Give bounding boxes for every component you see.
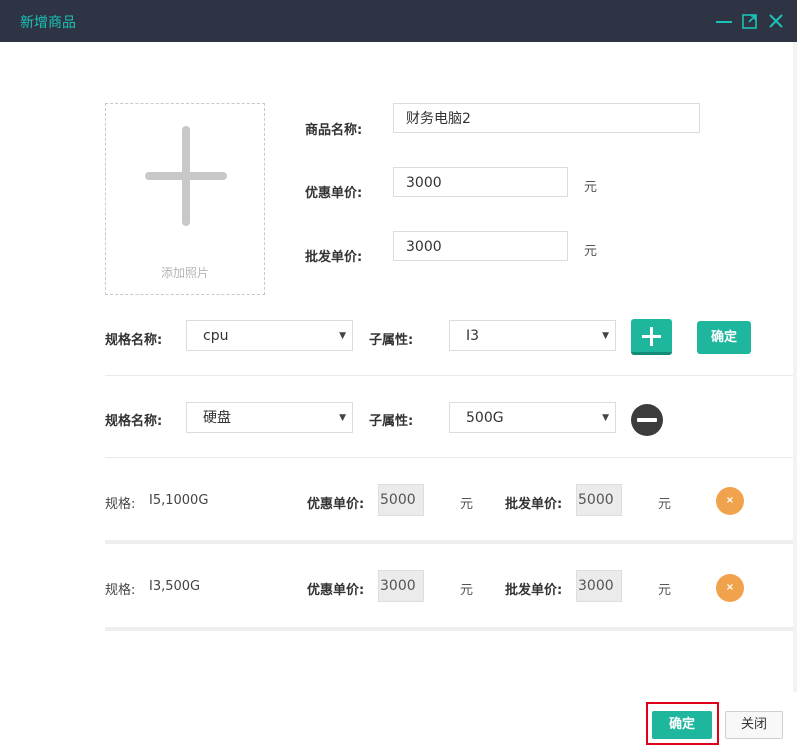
variant-spec-value: I3,500G <box>149 579 201 594</box>
spec-name-select[interactable]: cpu ▼ <box>186 320 353 351</box>
close-button[interactable]: 关闭 <box>725 711 783 739</box>
plus-icon <box>145 126 227 226</box>
variant-discount-input: 3000 <box>378 570 424 602</box>
variant-spec-value: I5,1000G <box>149 493 209 508</box>
maximize-icon[interactable] <box>740 10 760 32</box>
add-photo-label: 添加照片 <box>160 266 209 280</box>
wholesale-price-input[interactable]: 3000 <box>393 231 568 261</box>
discount-price-label: 优惠单价: <box>305 186 363 201</box>
variant-wholesale-input: 5000 <box>576 484 622 516</box>
wholesale-price-label: 批发单价: <box>305 250 363 265</box>
wholesale-price-unit: 元 <box>584 244 598 259</box>
product-name-input[interactable]: 财务电脑2 <box>393 103 700 133</box>
variant-discount-label: 优惠单价: <box>307 497 365 512</box>
sub-attribute-value: I3 <box>466 328 480 344</box>
sub-attribute-label: 子属性: <box>369 333 414 348</box>
variant-discount-label: 优惠单价: <box>307 583 365 598</box>
dropdown-arrow-icon: ▼ <box>602 413 609 423</box>
sub-attribute-select[interactable]: I3 ▼ <box>449 320 616 351</box>
variant-wholesale-unit: 元 <box>658 497 672 512</box>
dropdown-arrow-icon: ▼ <box>602 331 609 341</box>
variant-discount-unit: 元 <box>460 583 474 598</box>
divider <box>105 457 793 458</box>
variant-spec-label: 规格: <box>105 583 136 598</box>
spec-name-label: 规格名称: <box>105 414 163 429</box>
product-name-label: 商品名称: <box>305 123 363 138</box>
add-photo-button[interactable]: 添加照片 <box>105 103 265 295</box>
add-spec-button[interactable] <box>631 319 672 355</box>
divider <box>105 627 793 631</box>
sub-attribute-select[interactable]: 500G ▼ <box>449 402 616 433</box>
scrollbar[interactable] <box>793 42 797 692</box>
spec-name-value: cpu <box>203 328 229 344</box>
remove-spec-button[interactable] <box>631 404 663 436</box>
dialog-titlebar: 新增商品 <box>0 0 797 42</box>
spec-confirm-button[interactable]: 确定 <box>697 321 751 354</box>
confirm-button[interactable]: 确定 <box>652 711 712 739</box>
variant-wholesale-unit: 元 <box>658 583 672 598</box>
dialog-title: 新增商品 <box>20 15 76 31</box>
variant-discount-unit: 元 <box>460 497 474 512</box>
minimize-icon[interactable] <box>714 10 734 32</box>
divider <box>105 540 793 544</box>
variant-spec-label: 规格: <box>105 497 136 512</box>
plus-icon <box>642 327 661 346</box>
dropdown-arrow-icon: ▼ <box>339 331 346 341</box>
delete-variant-icon[interactable]: × <box>716 487 744 515</box>
dropdown-arrow-icon: ▼ <box>339 413 346 423</box>
divider <box>105 375 793 376</box>
variant-wholesale-input: 3000 <box>576 570 622 602</box>
spec-name-value: 硬盘 <box>203 410 231 426</box>
delete-variant-icon[interactable]: × <box>716 574 744 602</box>
close-icon[interactable] <box>766 10 786 32</box>
discount-price-unit: 元 <box>584 180 598 195</box>
variant-discount-input: 5000 <box>378 484 424 516</box>
spec-name-label: 规格名称: <box>105 333 163 348</box>
discount-price-input[interactable]: 3000 <box>393 167 568 197</box>
sub-attribute-value: 500G <box>466 410 504 426</box>
spec-name-select[interactable]: 硬盘 ▼ <box>186 402 353 433</box>
variant-wholesale-label: 批发单价: <box>505 497 563 512</box>
variant-wholesale-label: 批发单价: <box>505 583 563 598</box>
sub-attribute-label: 子属性: <box>369 414 414 429</box>
